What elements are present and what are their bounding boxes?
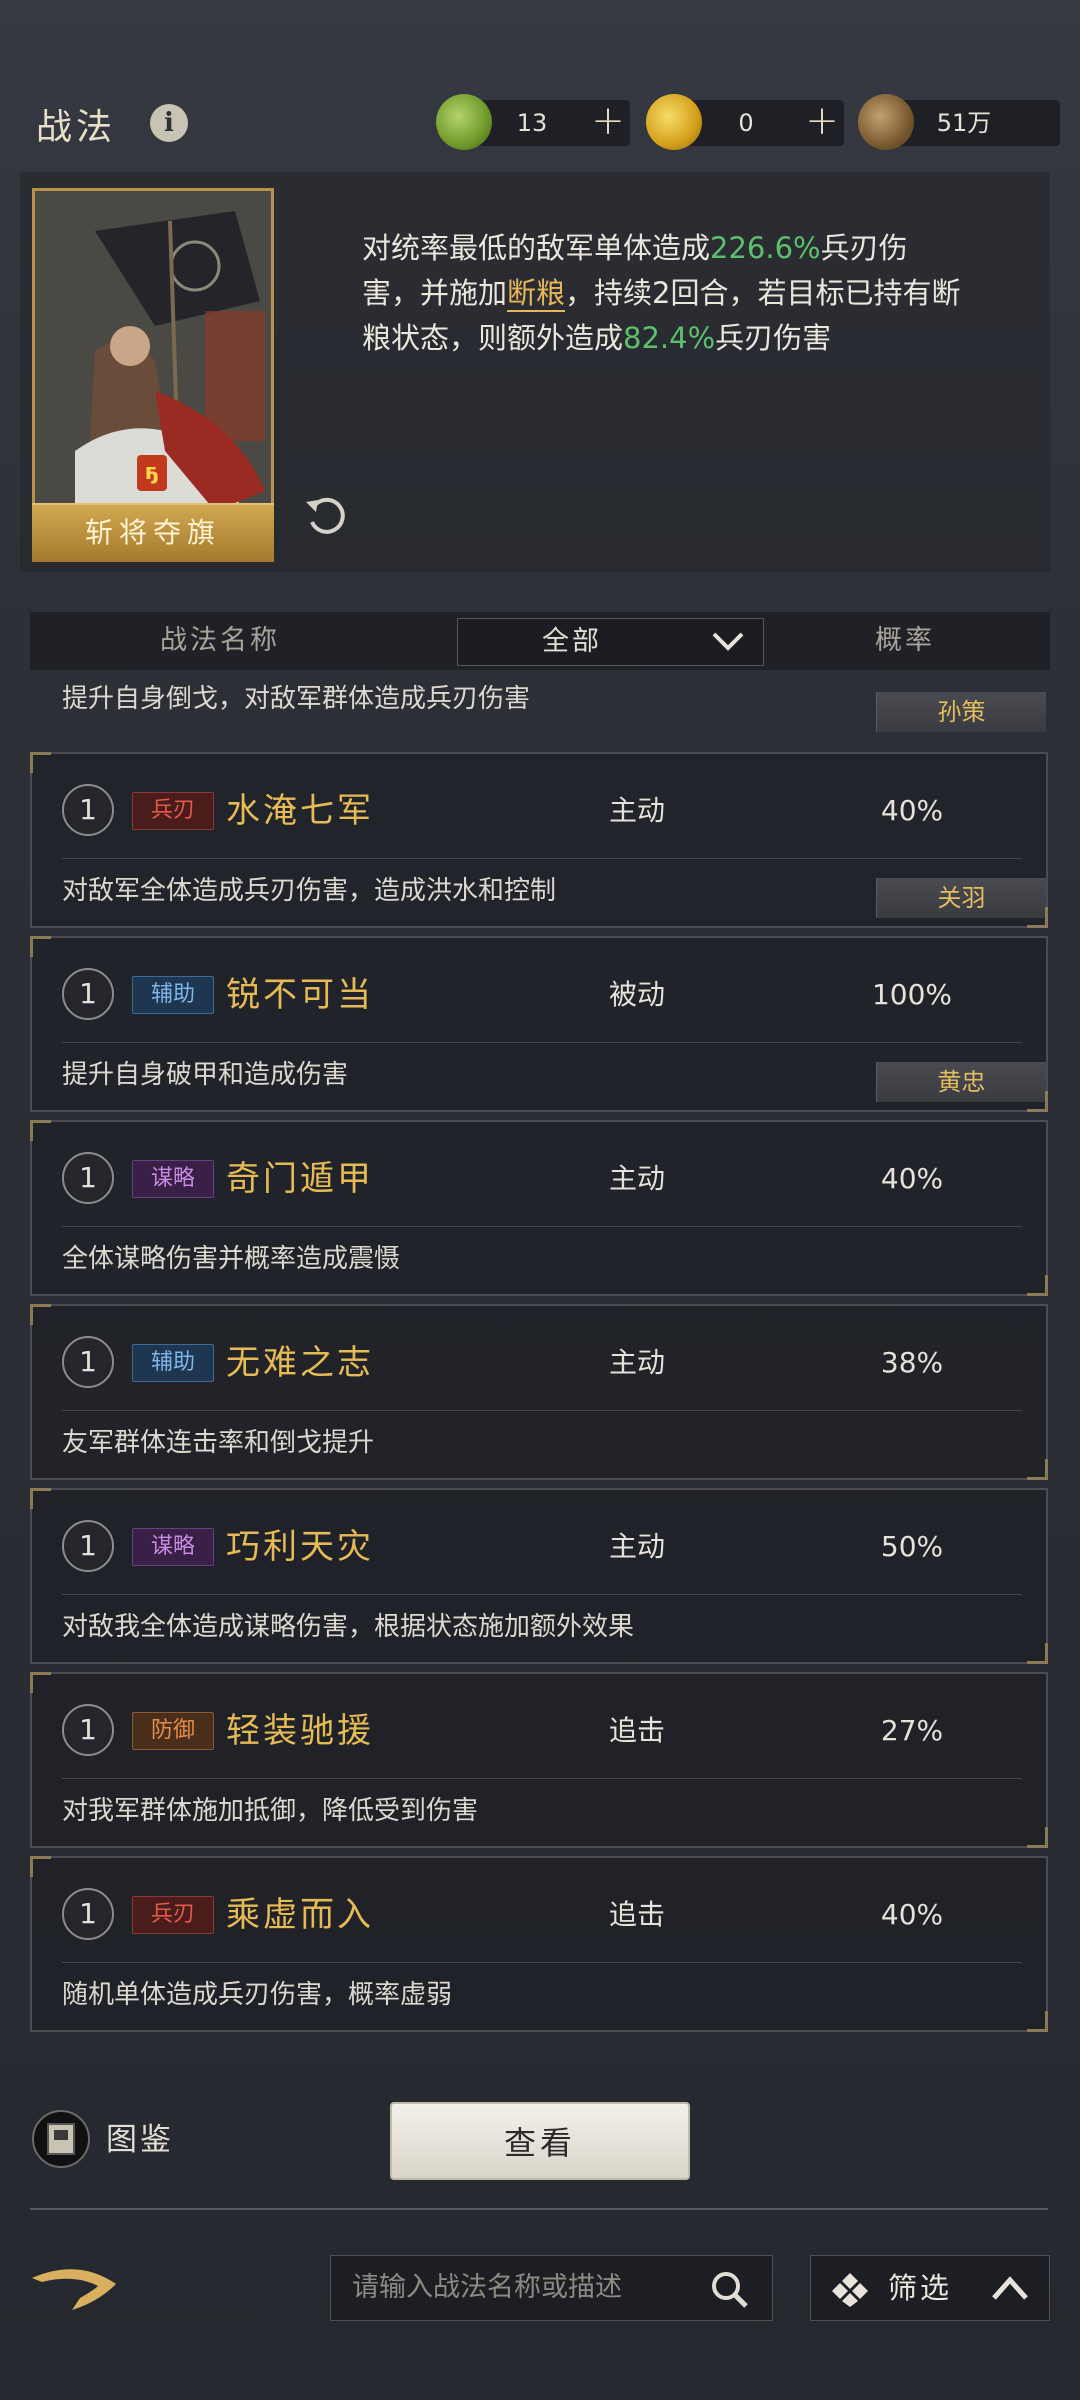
skill-probability: 38% [880,1346,944,1379]
skill-type: 追击 [608,1898,665,1931]
skill-probability: 40% [880,1162,944,1195]
search-placeholder: 请输入战法名称或描述 [352,2272,622,2303]
skill-description: 对敌我全体造成谋略伤害，根据状态施加额外效果 [62,1612,635,1642]
row-divider [62,1778,1022,1779]
codex-label[interactable]: 图鉴 [106,2112,174,2168]
table-row[interactable]: 1 兵刃 水淹七军 主动 40% 对敌军全体造成兵刃伤害，造成洪水和控制 关羽 [30,752,1048,928]
row-divider [62,858,1022,859]
level-badge: 1 [62,968,114,1020]
skill-description: 提升自身破甲和造成伤害 [62,1060,349,1090]
add-gold-button[interactable]: + [800,96,844,146]
owner-badge[interactable]: 黄忠 [876,1062,1046,1102]
skill-description: 对我军群体施加抵御，降低受到伤害 [62,1796,479,1826]
page-title: 战法 [36,107,117,148]
skill-tag: 兵刃 [132,1896,214,1934]
level-badge: 1 [62,1888,114,1940]
skill-type: 追击 [608,1714,665,1747]
skill-name: 锐不可当 [226,975,374,1015]
quality-badge: ҕ [137,455,167,491]
skill-probability: 40% [880,1898,944,1931]
category-dropdown-value: 全部 [542,626,602,657]
table-row[interactable]: 1 防御 轻装驰援 追击 27% 对我军群体施加抵御，降低受到伤害 [30,1672,1048,1848]
skill-tag: 辅助 [132,976,214,1014]
copper-coin-icon [858,94,914,150]
skill-description: 全体谋略伤害并概率造成震慑 [62,1244,401,1274]
skill-name: 巧利天灾 [226,1527,374,1567]
skill-probability: 50% [880,1530,944,1563]
chevron-up-icon[interactable] [990,2272,1030,2304]
search-icon[interactable] [708,2268,752,2312]
row-divider [62,1042,1022,1043]
skill-name: 水淹七军 [226,791,374,831]
info-icon[interactable]: i [150,104,188,142]
owner-badge[interactable]: 孙策 [876,692,1046,732]
skill-probability: 40% [880,794,944,827]
skill-type: 主动 [608,1346,665,1379]
footer-divider [30,2208,1048,2210]
level-badge: 1 [62,1336,114,1388]
level-badge: 1 [62,784,114,836]
level-badge: 1 [62,1520,114,1572]
column-name-header: 战法名称 [160,625,280,656]
featured-skill-name: 斩将夺旗 [84,516,221,549]
skill-tag: 兵刃 [132,792,214,830]
skill-description: 友军群体连击率和倒戈提升 [62,1428,375,1458]
table-row[interactable]: 1 谋略 奇门遁甲 主动 40% 全体谋略伤害并概率造成震慑 [30,1120,1048,1296]
table-row[interactable]: 1 辅助 无难之志 主动 38% 友军群体连击率和倒戈提升 [30,1304,1048,1480]
skill-tag: 谋略 [132,1160,214,1198]
skill-name: 轻装驰援 [226,1711,374,1751]
row-divider [62,1962,1022,1963]
skill-name: 奇门遁甲 [226,1159,374,1199]
skill-type: 主动 [608,1162,665,1195]
jade-coin-icon [436,94,492,150]
resource-gold-value: 0 [738,109,754,137]
skill-tag: 防御 [132,1712,214,1750]
owner-badge[interactable]: 关羽 [876,878,1046,918]
back-icon[interactable] [28,2258,128,2318]
level-badge: 1 [62,1152,114,1204]
skill-type: 主动 [608,1530,665,1563]
table-row[interactable]: 1 兵刃 乘虚而入 追击 40% 随机单体造成兵刃伤害，概率虚弱 [30,1856,1048,2032]
table-row[interactable]: 1 谋略 巧利天灾 主动 50% 对敌我全体造成谋略伤害，根据状态施加额外效果 [30,1488,1048,1664]
row-divider [62,1594,1022,1595]
list-item-partial[interactable]: 提升自身倒戈，对敌军群体造成兵刃伤害 孙策 [30,672,1048,736]
table-row[interactable]: 1 辅助 锐不可当 被动 100% 提升自身破甲和造成伤害 黄忠 [30,936,1048,1112]
skill-description: 提升自身倒戈，对敌军群体造成兵刃伤害 [62,684,531,714]
row-divider [62,1410,1022,1411]
book-icon[interactable] [32,2110,90,2168]
skill-probability: 27% [880,1714,944,1747]
row-divider [62,1226,1022,1227]
resource-jade-value: 13 [516,109,548,137]
level-badge: 1 [62,1704,114,1756]
resource-copper-value: 51万 [936,109,992,137]
gold-coin-icon [646,94,702,150]
add-jade-button[interactable]: + [586,96,630,146]
chevron-down-icon [712,632,744,651]
refresh-icon[interactable] [302,492,350,540]
filter-icon [832,2273,868,2307]
skill-name: 无难之志 [226,1343,374,1383]
skill-probability: 100% [871,978,953,1011]
skill-tag: 谋略 [132,1528,214,1566]
skill-description: 随机单体造成兵刃伤害，概率虚弱 [62,1980,453,2010]
skill-description: 对敌军全体造成兵刃伤害，造成洪水和控制 [62,876,557,906]
column-prob-header: 概率 [875,625,935,656]
featured-skill-description: 对统率最低的敌军单体造成226.6%兵刃伤害，并施加断粮，持续2回合，若目标已持… [362,231,961,355]
filter-label: 筛选 [888,2271,953,2305]
skill-type: 主动 [608,794,665,827]
skill-type: 被动 [608,978,665,1011]
view-button[interactable]: 查看 [390,2102,690,2180]
skill-name: 乘虚而入 [226,1895,374,1935]
skill-tag: 辅助 [132,1344,214,1382]
